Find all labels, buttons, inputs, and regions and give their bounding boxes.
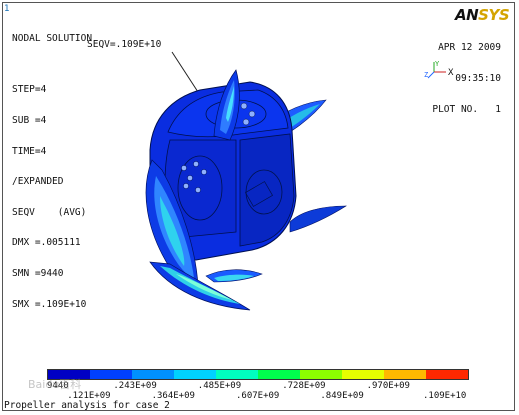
- callout-leader-line: [171, 51, 199, 93]
- info-line-step: STEP=4: [12, 84, 47, 96]
- plot-number: PLOT NO. 1: [432, 103, 501, 115]
- info-line-sub: SUB =4: [12, 115, 47, 127]
- ansys-graphics-window: 1 NODAL SOLUTION STEP=4 SUB =4 TIME=4 /E…: [0, 0, 519, 415]
- hub-side-face: [239, 133, 295, 247]
- ansys-logo: ANSYS: [455, 6, 510, 24]
- triad-x-label: X: [448, 68, 454, 78]
- legend-tick-label: .109E+10: [423, 391, 467, 401]
- legend-tick-label: .485E+09: [197, 381, 242, 391]
- legend-tick-label: .728E+09: [282, 381, 326, 391]
- legend-swatch: [174, 370, 216, 379]
- blade-right-lower: [289, 205, 348, 233]
- legend-swatch: [90, 370, 132, 379]
- legend-swatch: [342, 370, 384, 379]
- triad-z-label: Z: [424, 71, 428, 79]
- triad-y-label: Y: [435, 60, 440, 68]
- legend-swatch: [426, 370, 468, 379]
- info-line-dmx: DMX =.005111: [12, 237, 81, 249]
- watermark-text: Baidu百科: [28, 378, 82, 391]
- info-line-seqv: SEQV (AVG): [12, 206, 87, 218]
- info-line-smn: SMN =9440: [12, 268, 64, 280]
- coordinate-triad-icon: Y Z X: [424, 60, 454, 79]
- legend-swatch: [216, 370, 258, 379]
- legend-tick-label: .607E+09: [236, 391, 280, 401]
- legend-tick-label: .849E+09: [320, 391, 364, 401]
- info-line-time: TIME=4: [12, 145, 47, 157]
- info-line-title: NODAL SOLUTION: [12, 33, 93, 45]
- contour-legend-bar: [47, 369, 469, 380]
- plot-caption: Propeller analysis for case 2: [4, 400, 170, 411]
- solution-info-block: NODAL SOLUTION STEP=4 SUB =4 TIME=4 /EXP…: [12, 14, 92, 330]
- legend-swatch: [384, 370, 426, 379]
- legend-swatch: [258, 370, 300, 379]
- plot-date: APR 12 2009: [438, 42, 501, 54]
- info-line-expanded: /EXPANDED: [12, 176, 64, 188]
- legend-swatch: [300, 370, 342, 379]
- legend-swatch: [132, 370, 174, 379]
- legend-tick-label: .970E+09: [366, 381, 410, 391]
- seqv-callout-label: SEQV=.109E+10: [87, 39, 162, 50]
- legend-tick-label: .243E+09: [113, 381, 157, 391]
- info-line-smx: SMX =.109E+10: [12, 298, 87, 310]
